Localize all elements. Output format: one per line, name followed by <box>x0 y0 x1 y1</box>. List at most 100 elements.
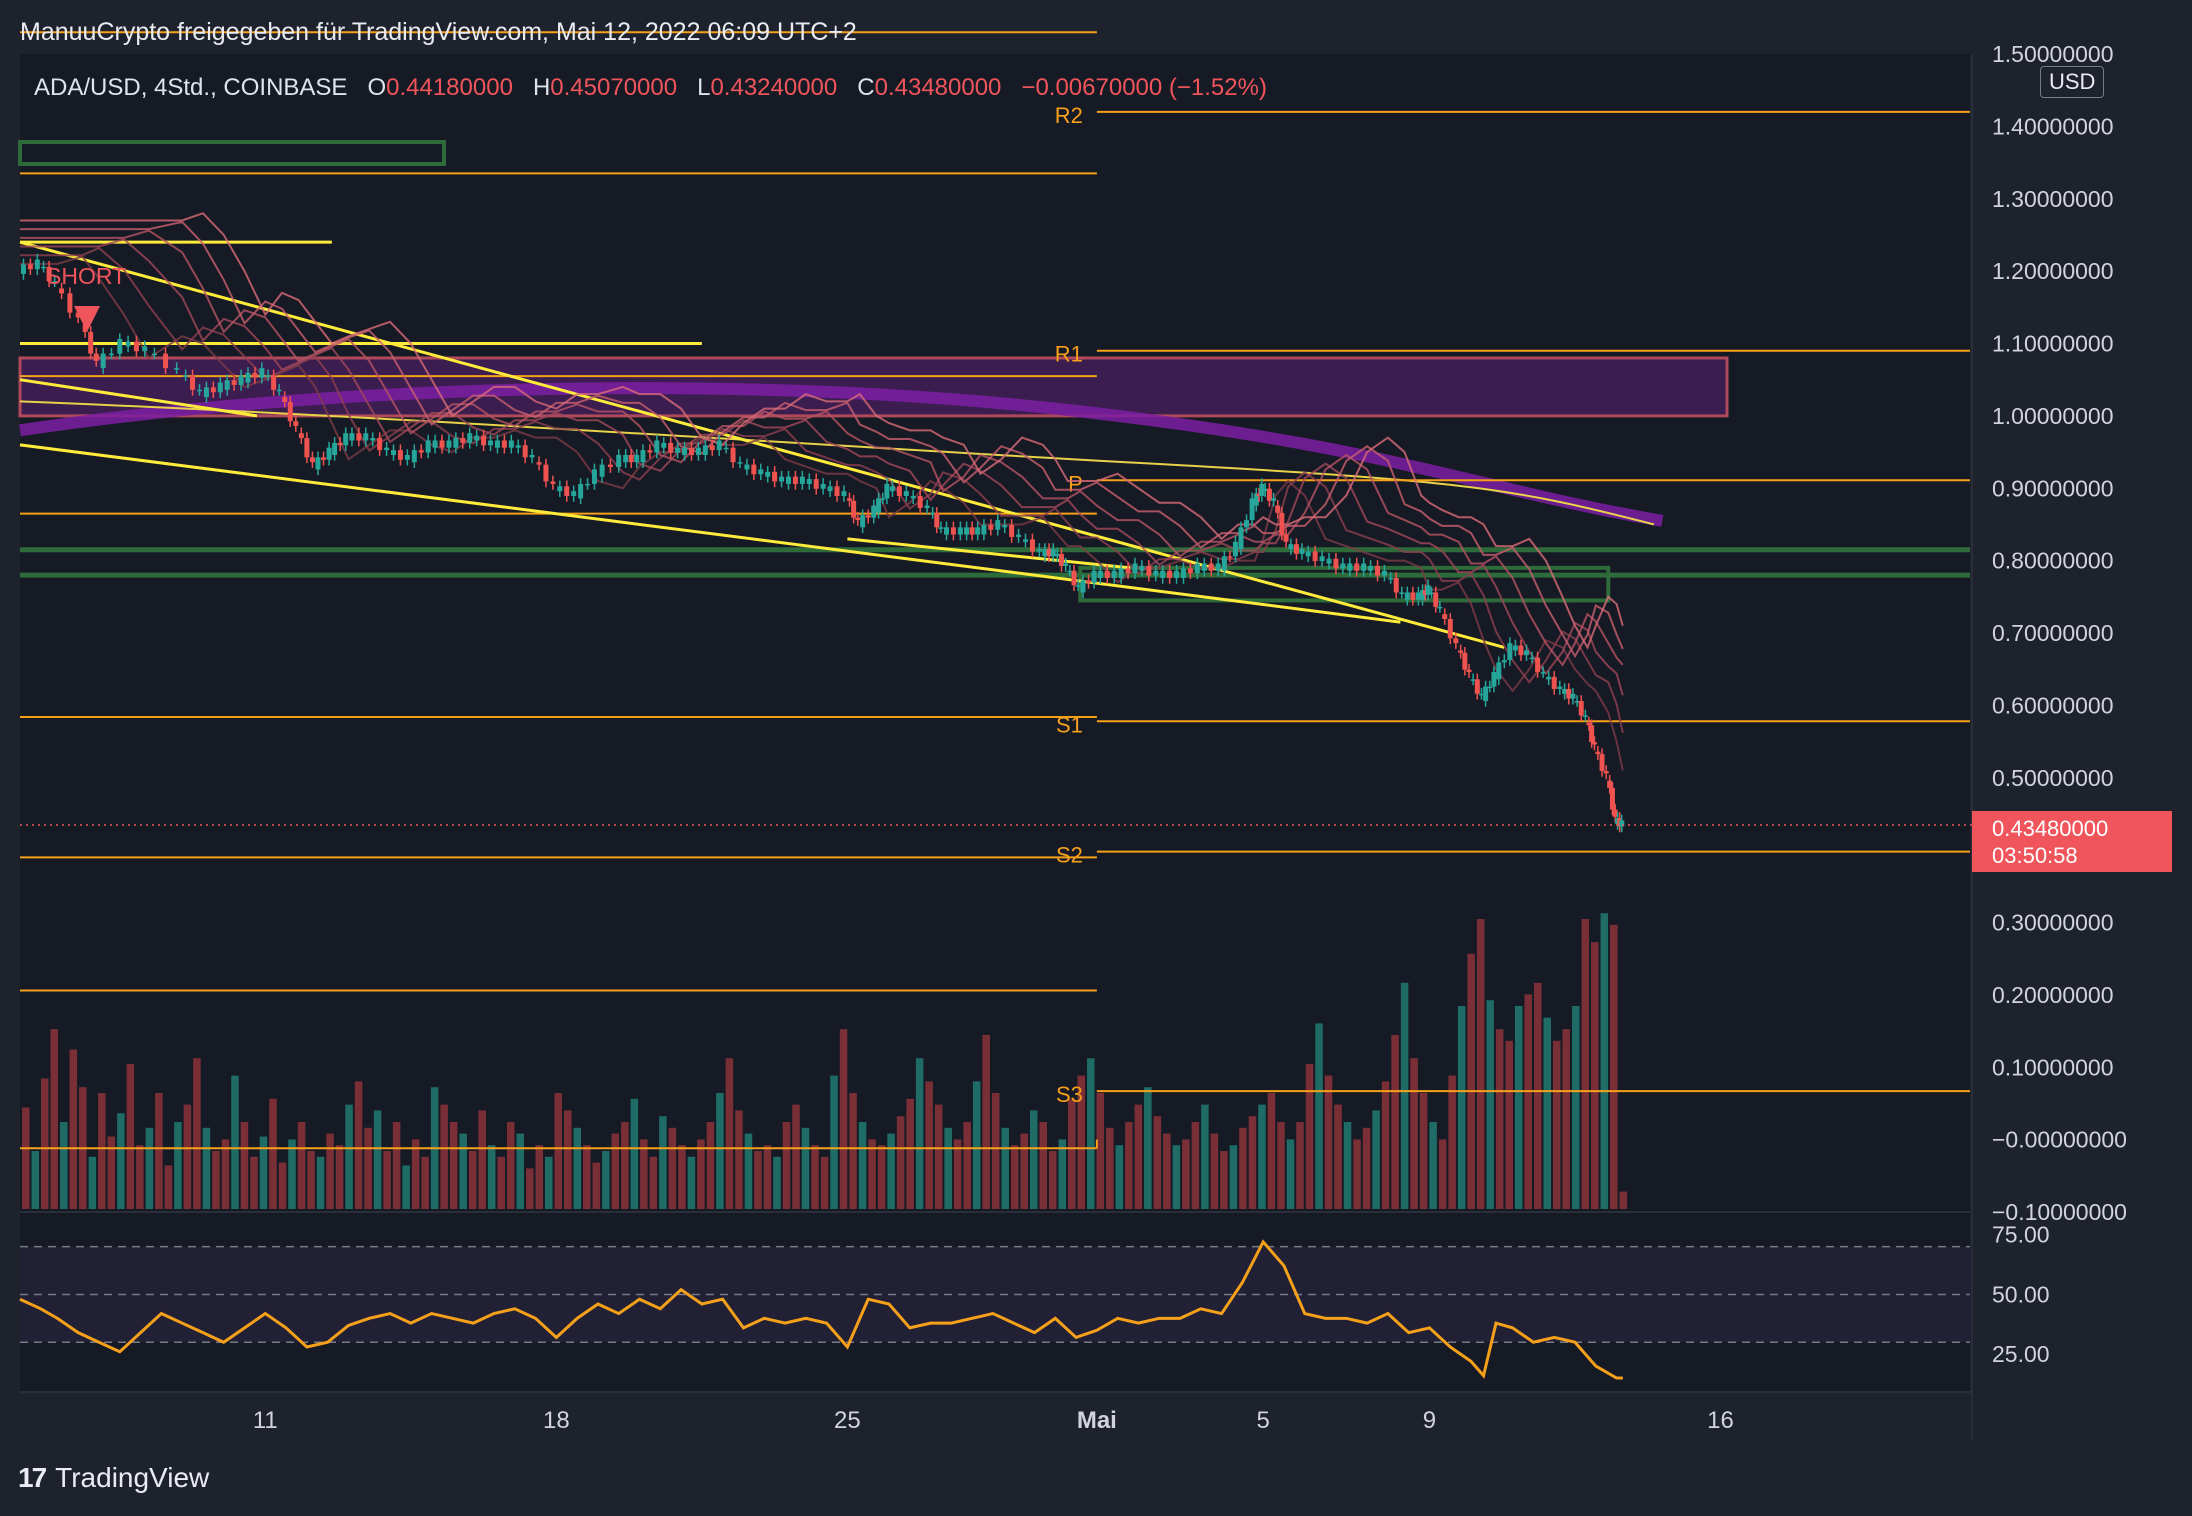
candle-body <box>1187 568 1193 574</box>
candle-body <box>950 527 956 535</box>
candle-body <box>744 464 750 470</box>
candle-body <box>252 372 258 378</box>
candle-body <box>1381 570 1387 576</box>
volume-bar <box>535 1145 544 1209</box>
volume-bar <box>763 1145 772 1209</box>
candle-body <box>276 389 282 392</box>
candle-body <box>370 438 376 441</box>
candle-body <box>616 454 622 468</box>
time-tick-label: 18 <box>543 1407 570 1434</box>
candle-body <box>363 433 369 441</box>
candle-body <box>695 447 701 455</box>
candle-body <box>1293 544 1299 554</box>
candle-body <box>210 387 216 393</box>
tradingview-screenshot: { "header": { "text": "ManuuCrypto freig… <box>0 0 2192 1516</box>
pivot-label-s2: S2 <box>1056 843 1083 868</box>
candle-body <box>349 433 355 441</box>
candle-body <box>1442 614 1448 620</box>
volume-bar <box>440 1104 448 1209</box>
candle-body <box>1518 645 1524 656</box>
volume-bar <box>1372 1110 1380 1209</box>
candle-body <box>682 447 688 455</box>
time-tick-label: 16 <box>1707 1407 1734 1434</box>
candle-body <box>231 380 237 385</box>
volume-bar <box>155 1093 163 1209</box>
volume-bar <box>896 1116 905 1209</box>
volume-bar <box>288 1139 296 1209</box>
candle-body <box>1097 570 1103 578</box>
candle-body <box>1118 568 1124 578</box>
time-tick-label: Mai <box>1077 1407 1117 1434</box>
rsi-tick-label: 75.00 <box>1992 1222 2050 1248</box>
candle-body <box>938 527 944 529</box>
candle-body <box>418 450 424 453</box>
price-tick-label: −0.00000000 <box>1992 1127 2127 1153</box>
currency-button[interactable]: USD <box>2040 66 2105 98</box>
candle-body <box>841 491 847 496</box>
volume-bar <box>963 1122 971 1209</box>
candle-body <box>1388 577 1394 580</box>
candle-body <box>1029 539 1035 552</box>
volume-bar <box>478 1110 486 1209</box>
candle-body <box>481 435 487 446</box>
candle-body <box>723 447 729 450</box>
bar-countdown: 03:50:58 <box>1992 843 2078 868</box>
volume-bar <box>1438 1139 1447 1209</box>
candle-body <box>1208 563 1214 571</box>
low-value: 0.43240000 <box>710 74 838 101</box>
volume-bar <box>402 1165 410 1209</box>
candle-body <box>1091 570 1097 583</box>
volume-bar <box>611 1133 620 1209</box>
candle-body <box>1410 592 1416 600</box>
candle-body <box>1535 657 1541 673</box>
candle-body <box>1529 657 1535 660</box>
price-tick-label: 1.40000000 <box>1992 113 2114 139</box>
volume-bar <box>649 1156 658 1209</box>
volume-bar <box>1258 1104 1266 1209</box>
candle-body <box>1312 551 1318 562</box>
candle-body <box>1238 527 1244 550</box>
price-tick-label: 1.10000000 <box>1992 331 2114 357</box>
candle-body <box>117 339 123 354</box>
candle-body <box>751 464 757 475</box>
candle-body <box>522 445 528 458</box>
candle-body <box>799 476 805 484</box>
candle-body <box>1139 565 1145 571</box>
candle-body <box>654 440 660 453</box>
candle-body <box>1582 715 1588 718</box>
price-chart[interactable]: R2R1PS1S2S3 75.0050.0025.00 1.500000001.… <box>0 0 2192 1516</box>
volume-bar <box>50 1029 59 1209</box>
volume-bar <box>269 1098 277 1209</box>
candle-body <box>975 527 981 535</box>
volume-bar <box>1001 1127 1009 1209</box>
candle-body <box>1589 725 1595 743</box>
volume-bar <box>687 1156 696 1209</box>
candle-body <box>1271 498 1277 501</box>
candle-body <box>1540 672 1546 674</box>
candle-body <box>647 450 653 453</box>
candle-body <box>943 527 949 535</box>
volume-bar <box>545 1156 553 1209</box>
volume-bar <box>449 1122 458 1209</box>
candle-body <box>709 445 715 451</box>
candle-body <box>871 505 877 518</box>
price-tick-label: 1.20000000 <box>1992 258 2114 284</box>
pivot-label-s1: S1 <box>1056 712 1083 737</box>
volume-bar <box>1134 1104 1143 1209</box>
candle-body <box>981 524 987 535</box>
tradingview-brand[interactable]: 17 TradingView <box>18 1462 209 1494</box>
candle-body <box>217 382 223 393</box>
candle-body <box>332 442 338 455</box>
candle-body <box>834 486 840 496</box>
candle-body <box>1607 780 1613 788</box>
open-value: 0.44180000 <box>386 74 513 101</box>
candle-body <box>446 440 452 448</box>
price-tick-label: 0.80000000 <box>1992 548 2114 574</box>
candle-body <box>557 486 563 492</box>
candle-body <box>860 515 866 528</box>
candle-body <box>224 380 230 390</box>
symbol-label[interactable]: ADA/USD, 4Std., COINBASE <box>34 74 347 101</box>
candle-body <box>969 527 975 535</box>
candle-body <box>851 500 857 518</box>
volume-bar <box>1020 1133 1028 1209</box>
